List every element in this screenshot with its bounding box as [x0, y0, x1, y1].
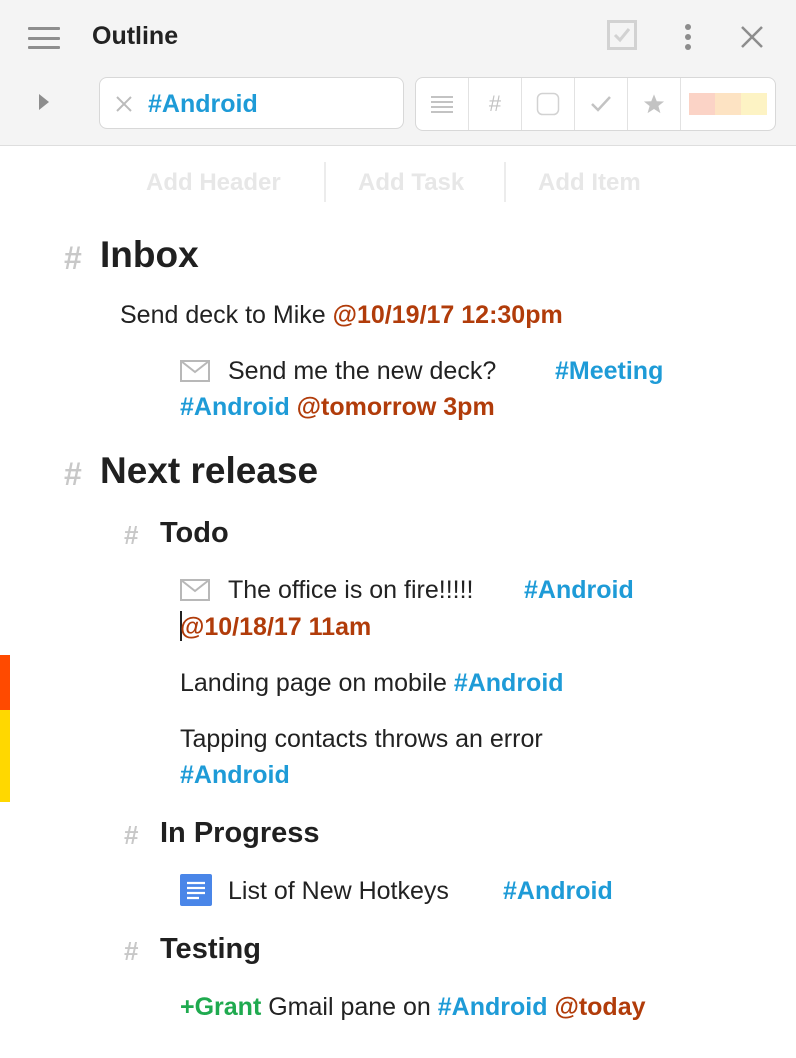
header-in-progress[interactable]: In Progress — [160, 815, 320, 851]
list-item[interactable]: Tapping contacts throws an error — [180, 721, 543, 757]
star-icon — [643, 94, 665, 114]
date-tag[interactable]: @10/19/17 12:30pm — [333, 301, 563, 329]
list-item[interactable]: Landing page on mobile #Android — [180, 665, 564, 701]
square-icon — [536, 92, 560, 116]
priority-swatch-yellow[interactable] — [741, 93, 767, 115]
priority-bar-medium — [0, 710, 10, 802]
check-icon — [591, 96, 611, 112]
filter-starred-button[interactable] — [628, 78, 681, 130]
item-text: Gmail pane on — [261, 993, 438, 1021]
expand-triangle-icon[interactable] — [37, 93, 51, 111]
hashtag[interactable]: #Android — [524, 576, 634, 604]
tag[interactable]: #Android — [524, 572, 634, 608]
priority-swatch-orange[interactable] — [715, 93, 741, 115]
hashtag[interactable]: #Android — [454, 669, 564, 697]
priority-bar-high — [0, 655, 10, 710]
item-text: Landing page on mobile — [180, 669, 454, 697]
header-todo[interactable]: Todo — [160, 515, 229, 551]
date-tag[interactable]: @10/18/17 11am — [180, 613, 371, 641]
person-tag[interactable]: +Grant — [180, 993, 261, 1021]
hashtag[interactable]: #Android — [438, 993, 548, 1021]
item-text: List of New Hotkeys — [228, 877, 449, 905]
hashtag[interactable]: #Android — [180, 393, 290, 421]
item-text: Send me the new deck? — [228, 357, 497, 385]
add-task-button[interactable]: Add Task — [358, 168, 464, 198]
priority-swatch-red[interactable] — [689, 93, 715, 115]
date-tag[interactable]: @tomorrow 3pm — [297, 393, 495, 421]
list-item[interactable]: +Grant Gmail pane on #Android @today — [180, 989, 646, 1025]
close-icon[interactable] — [739, 24, 765, 50]
list-item[interactable]: Send deck to Mike @10/19/17 12:30pm — [120, 297, 563, 333]
list-icon — [431, 96, 453, 113]
menu-icon[interactable] — [28, 27, 60, 49]
filter-group: # — [415, 77, 776, 131]
filter-headers-button[interactable]: # — [469, 78, 522, 130]
item-text: Send deck to Mike — [120, 301, 333, 329]
list-item-continuation[interactable]: @10/18/17 11am — [180, 609, 371, 645]
add-bar-divider — [504, 162, 506, 202]
item-text: Tapping contacts throws an error — [180, 725, 543, 753]
toolbar: Outline #Android # — [0, 0, 796, 146]
header-hash-icon[interactable]: # — [64, 454, 82, 494]
header-hash-icon[interactable]: # — [124, 935, 138, 967]
filter-tasks-button[interactable] — [522, 78, 575, 130]
list-item[interactable]: List of New Hotkeys — [228, 873, 449, 909]
list-item-continuation[interactable]: #Android @tomorrow 3pm — [180, 389, 495, 425]
filter-completed-button[interactable] — [575, 78, 628, 130]
header-inbox[interactable]: Inbox — [100, 233, 199, 277]
date-tag[interactable]: @today — [554, 993, 645, 1021]
add-header-button[interactable]: Add Header — [146, 168, 281, 198]
list-item[interactable]: The office is on fire!!!!! — [228, 572, 473, 608]
header-testing[interactable]: Testing — [160, 931, 261, 967]
search-field[interactable]: #Android — [99, 77, 404, 129]
item-text: The office is on fire!!!!! — [228, 576, 474, 604]
list-item[interactable]: Send me the new deck? — [228, 353, 496, 389]
tag[interactable]: #Android — [503, 873, 613, 909]
tag[interactable]: #Meeting — [555, 353, 663, 389]
app-title: Outline — [92, 22, 179, 50]
add-item-button[interactable]: Add Item — [538, 168, 641, 198]
header-hash-icon[interactable]: # — [64, 238, 82, 278]
filter-notes-button[interactable] — [416, 78, 469, 130]
hash-icon: # — [488, 91, 502, 116]
clear-search-icon[interactable] — [115, 95, 133, 113]
add-bar: Add Header Add Task Add Item — [0, 160, 796, 204]
list-item-continuation[interactable]: #Android — [180, 757, 290, 793]
hashtag[interactable]: #Meeting — [555, 357, 663, 385]
add-bar-divider — [324, 162, 326, 202]
hashtag[interactable]: #Android — [180, 761, 290, 789]
google-doc-icon — [180, 874, 212, 906]
search-value[interactable]: #Android — [148, 89, 258, 119]
mail-icon — [180, 360, 210, 382]
checkbox-checked-icon[interactable] — [607, 20, 637, 50]
hashtag[interactable]: #Android — [503, 877, 613, 905]
more-vertical-icon[interactable] — [676, 22, 700, 52]
header-next-release[interactable]: Next release — [100, 449, 318, 493]
mail-icon — [180, 579, 210, 601]
header-hash-icon[interactable]: # — [124, 819, 138, 851]
header-hash-icon[interactable]: # — [124, 519, 138, 551]
filter-priority-colors[interactable] — [681, 78, 775, 130]
